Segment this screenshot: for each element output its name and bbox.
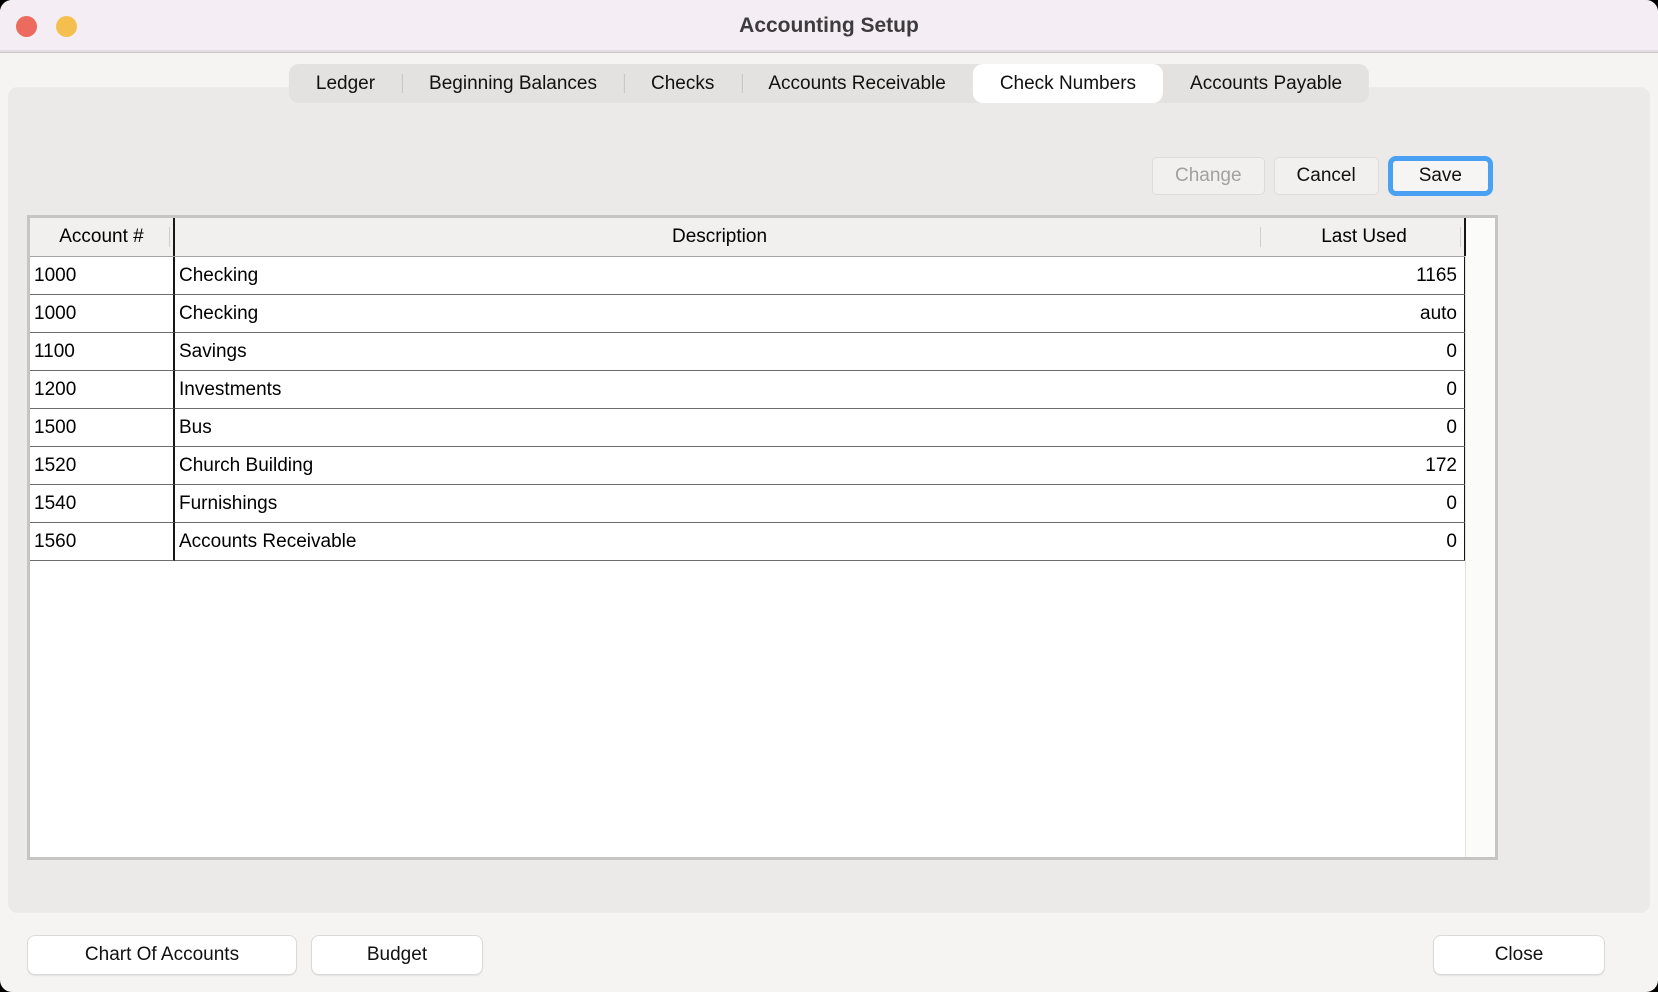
- column-header-account[interactable]: Account #: [30, 218, 175, 256]
- change-button[interactable]: Change: [1152, 157, 1265, 195]
- description-cell[interactable]: Checking: [175, 295, 1264, 333]
- action-button-row: Change Cancel Save: [1160, 156, 1493, 196]
- account-cell[interactable]: 1500: [30, 409, 175, 447]
- tab-check-numbers[interactable]: Check Numbers: [973, 64, 1163, 103]
- close-button[interactable]: Close: [1433, 935, 1605, 975]
- table-row[interactable]: 1500 Bus 0: [30, 409, 1495, 447]
- column-header-spacer: [1466, 218, 1495, 256]
- vertical-scrollbar-track[interactable]: [1465, 256, 1495, 857]
- table-header-row: Account # Description Last Used: [30, 218, 1495, 257]
- title-bar: Accounting Setup: [0, 0, 1658, 53]
- table-row[interactable]: 1100 Savings 0: [30, 333, 1495, 371]
- account-cell[interactable]: 1540: [30, 485, 175, 523]
- tab-bar: Ledger Beginning Balances Checks Account…: [289, 64, 1369, 103]
- last-used-cell[interactable]: 1165: [1264, 257, 1466, 295]
- account-cell[interactable]: 1000: [30, 295, 175, 333]
- table-row[interactable]: 1000 Checking auto: [30, 295, 1495, 333]
- last-used-cell[interactable]: 172: [1264, 447, 1466, 485]
- account-cell[interactable]: 1560: [30, 523, 175, 561]
- description-cell[interactable]: Checking: [175, 257, 1264, 295]
- last-used-cell[interactable]: 0: [1264, 333, 1466, 371]
- account-cell[interactable]: 1000: [30, 257, 175, 295]
- tab-accounts-payable[interactable]: Accounts Payable: [1163, 64, 1369, 103]
- column-header-description[interactable]: Description: [175, 218, 1264, 256]
- cancel-button[interactable]: Cancel: [1274, 157, 1379, 195]
- table-row[interactable]: 1520 Church Building 172: [30, 447, 1495, 485]
- description-cell[interactable]: Bus: [175, 409, 1264, 447]
- description-cell[interactable]: Savings: [175, 333, 1264, 371]
- window-title: Accounting Setup: [0, 0, 1658, 52]
- tab-beginning-balances[interactable]: Beginning Balances: [402, 64, 624, 103]
- table-row[interactable]: 1560 Accounts Receivable 0: [30, 523, 1495, 561]
- tab-ledger[interactable]: Ledger: [289, 64, 402, 103]
- save-button[interactable]: Save: [1388, 156, 1493, 196]
- account-cell[interactable]: 1100: [30, 333, 175, 371]
- column-header-last-used[interactable]: Last Used: [1264, 218, 1466, 256]
- account-cell[interactable]: 1520: [30, 447, 175, 485]
- description-cell[interactable]: Accounts Receivable: [175, 523, 1264, 561]
- table-row[interactable]: 1000 Checking 1165: [30, 257, 1495, 295]
- account-cell[interactable]: 1200: [30, 371, 175, 409]
- budget-button[interactable]: Budget: [311, 935, 483, 975]
- description-cell[interactable]: Church Building: [175, 447, 1264, 485]
- last-used-cell[interactable]: auto: [1264, 295, 1466, 333]
- last-used-cell[interactable]: 0: [1264, 371, 1466, 409]
- table-row[interactable]: 1540 Furnishings 0: [30, 485, 1495, 523]
- last-used-cell[interactable]: 0: [1264, 485, 1466, 523]
- chart-of-accounts-button[interactable]: Chart Of Accounts: [27, 935, 297, 975]
- last-used-cell[interactable]: 0: [1264, 523, 1466, 561]
- check-numbers-table: Account # Description Last Used 1000 Che…: [27, 215, 1498, 860]
- tab-accounts-receivable[interactable]: Accounts Receivable: [741, 64, 972, 103]
- table-row[interactable]: 1200 Investments 0: [30, 371, 1495, 409]
- tab-checks[interactable]: Checks: [624, 64, 741, 103]
- last-used-cell[interactable]: 0: [1264, 409, 1466, 447]
- description-cell[interactable]: Furnishings: [175, 485, 1264, 523]
- description-cell[interactable]: Investments: [175, 371, 1264, 409]
- accounting-setup-window: Accounting Setup Ledger Beginning Balanc…: [0, 0, 1658, 992]
